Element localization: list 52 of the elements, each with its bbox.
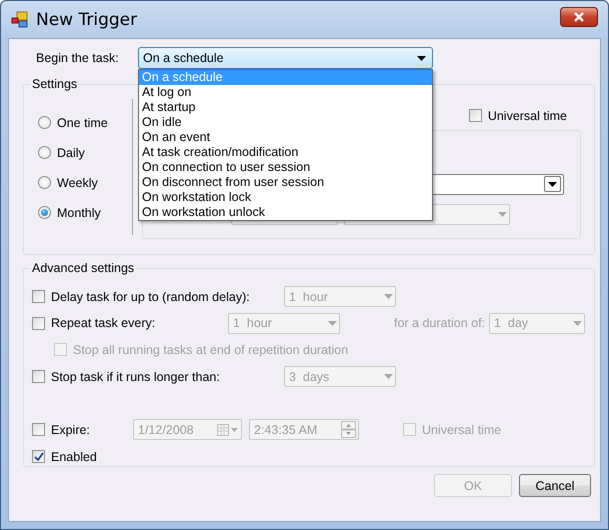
close-icon bbox=[573, 12, 585, 22]
checkbox[interactable] bbox=[32, 423, 45, 436]
checkbox[interactable] bbox=[54, 343, 67, 356]
begin-task-label: Begin the task: bbox=[36, 51, 120, 65]
spinner-icon[interactable] bbox=[341, 421, 356, 438]
dropdown-option[interactable]: At startup bbox=[139, 100, 432, 115]
caret-icon bbox=[548, 182, 557, 186]
dropdown-option[interactable]: On disconnect from user session bbox=[139, 175, 432, 190]
option-label: Stop task if it runs longer than: bbox=[51, 370, 220, 384]
window-title: New Trigger bbox=[36, 10, 138, 30]
option-label: Enabled bbox=[51, 450, 97, 464]
checkbox[interactable] bbox=[468, 109, 482, 122]
calendar-icon[interactable] bbox=[217, 424, 239, 436]
group-title: Settings bbox=[31, 77, 78, 91]
radio-label: One time bbox=[57, 116, 108, 130]
dialog-button[interactable]: Cancel bbox=[519, 474, 591, 497]
caret-icon bbox=[328, 320, 337, 326]
radio-button[interactable] bbox=[38, 206, 51, 219]
dropdown-option[interactable]: On workstation unlock bbox=[139, 205, 432, 220]
radio-label: Monthly bbox=[57, 206, 101, 220]
close-button[interactable] bbox=[560, 6, 598, 26]
option-label: Stop all running tasks at end of repetition duration bbox=[73, 342, 348, 356]
group-title: Advanced settings bbox=[31, 261, 136, 275]
radio-label: Daily bbox=[57, 146, 85, 160]
dropdown-option[interactable]: On workstation lock bbox=[139, 190, 432, 205]
caret-icon bbox=[498, 212, 507, 216]
option-label: Universal time bbox=[488, 108, 567, 122]
caret-icon bbox=[573, 320, 582, 326]
option-label: Universal time bbox=[422, 422, 502, 436]
caret-icon bbox=[384, 294, 393, 299]
option-label: Delay task for up to (random delay): bbox=[51, 290, 250, 304]
option-label: Repeat task every: bbox=[51, 316, 156, 330]
checkbox[interactable] bbox=[32, 316, 45, 330]
dropdown-option[interactable]: On idle bbox=[139, 115, 432, 130]
caret-icon bbox=[417, 56, 426, 60]
dropdown-option[interactable]: At log on bbox=[139, 85, 432, 100]
duration-label: for a duration of: bbox=[394, 316, 486, 330]
option-label: Expire: bbox=[51, 422, 90, 436]
dropdown-option[interactable]: On an event bbox=[139, 130, 432, 145]
checkbox[interactable] bbox=[32, 290, 45, 303]
radio-button[interactable] bbox=[38, 116, 51, 129]
radio-button[interactable] bbox=[38, 146, 51, 159]
checkbox[interactable] bbox=[32, 450, 45, 463]
dropdown-option[interactable]: At task creation/modification bbox=[139, 145, 432, 160]
radio-label: Weekly bbox=[57, 176, 98, 190]
app-icon bbox=[11, 10, 29, 28]
begin-task-dropdown[interactable]: On a schedule bbox=[138, 47, 433, 69]
checkbox[interactable] bbox=[32, 370, 45, 383]
checkbox[interactable] bbox=[403, 423, 416, 436]
radio-button[interactable] bbox=[38, 176, 51, 189]
dropdown-option[interactable]: On connection to user session bbox=[139, 160, 432, 175]
caret-icon bbox=[384, 374, 393, 379]
